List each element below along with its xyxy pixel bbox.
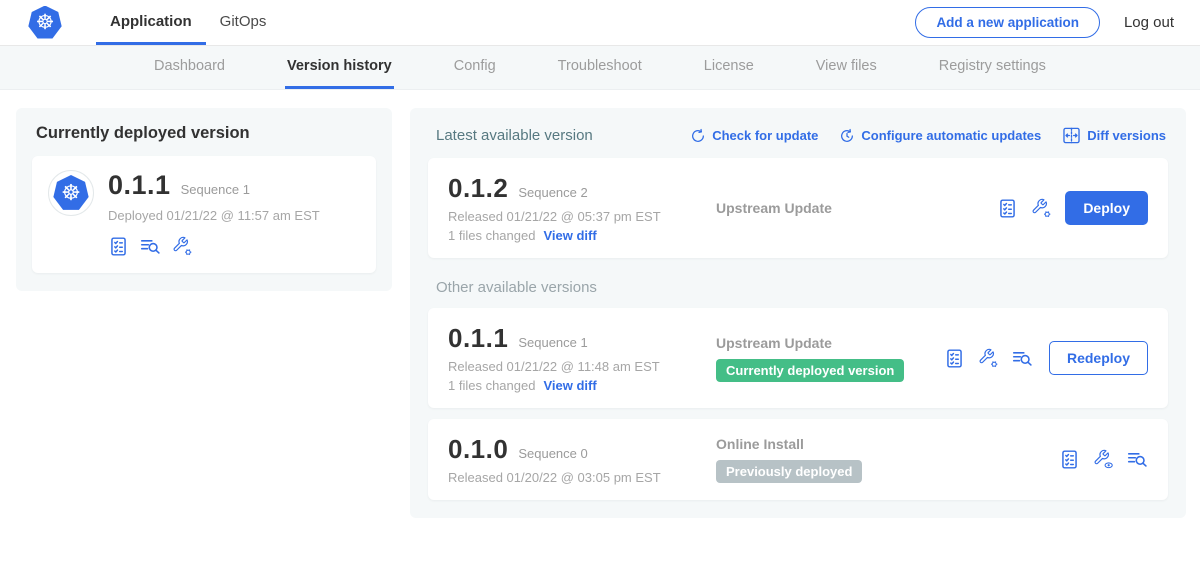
diff-versions-link[interactable]: Diff versions [1062, 126, 1166, 145]
logout-button[interactable]: Log out [1124, 14, 1174, 31]
redeploy-button[interactable]: Redeploy [1049, 341, 1148, 375]
kubernetes-app-icon: ☸ [53, 175, 89, 211]
deployed-timestamp: Deployed 01/21/22 @ 11:57 am EST [108, 208, 320, 223]
sequence-label: Sequence 0 [518, 446, 587, 461]
tab-view-files[interactable]: View files [814, 46, 879, 89]
sequence-label: Sequence 1 [518, 335, 587, 350]
deploy-logs-icon[interactable] [1012, 348, 1033, 369]
files-changed-label: 1 files changed [448, 378, 535, 393]
edit-config-icon[interactable] [172, 236, 193, 257]
preflight-checks-icon[interactable] [1059, 449, 1080, 470]
tab-version-history[interactable]: Version history [285, 46, 394, 89]
app-icon-ring: ☸ [48, 170, 94, 216]
currently-deployed-panel: Currently deployed version ☸ 0.1.1 Seque… [16, 108, 392, 291]
tab-application[interactable]: Application [96, 0, 206, 45]
tab-dashboard[interactable]: Dashboard [152, 46, 227, 89]
preflight-checks-icon[interactable] [944, 348, 965, 369]
app-logo: ☸ [28, 0, 62, 45]
other-available-label: Other available versions [436, 279, 1168, 296]
version-row-0-1-0: 0.1.0 Sequence 0 Released 01/20/22 @ 03:… [428, 419, 1168, 500]
deployed-version-card: ☸ 0.1.1 Sequence 1 Deployed 01/21/22 @ 1… [32, 156, 376, 273]
version-source-label: Upstream Update [716, 200, 997, 216]
main-content: Currently deployed version ☸ 0.1.1 Seque… [0, 90, 1200, 518]
deploy-button[interactable]: Deploy [1065, 191, 1148, 225]
currently-deployed-badge: Currently deployed version [716, 359, 904, 382]
edit-config-icon[interactable] [1031, 198, 1052, 219]
previously-deployed-badge: Previously deployed [716, 460, 862, 483]
kubernetes-wheel-glyph: ☸ [36, 10, 55, 35]
tab-troubleshoot[interactable]: Troubleshoot [556, 46, 644, 89]
version-row-0-1-2: 0.1.2 Sequence 2 Released 01/21/22 @ 05:… [428, 158, 1168, 258]
diff-versions-label: Diff versions [1087, 128, 1166, 143]
deploy-logs-icon[interactable] [1127, 449, 1148, 470]
tab-registry-settings[interactable]: Registry settings [937, 46, 1048, 89]
top-header: ☸ Application GitOps Add a new applicati… [0, 0, 1200, 46]
diff-versions-icon [1062, 126, 1081, 145]
deployed-sequence-label: Sequence 1 [181, 182, 250, 197]
currently-deployed-title: Currently deployed version [32, 124, 376, 143]
add-application-button[interactable]: Add a new application [915, 7, 1100, 38]
view-diff-link[interactable]: View diff [543, 378, 596, 393]
auto-update-icon [839, 128, 855, 144]
version-source-label: Upstream Update [716, 335, 944, 351]
version-number: 0.1.0 [448, 434, 508, 465]
tab-config[interactable]: Config [452, 46, 498, 89]
sequence-label: Sequence 2 [518, 185, 587, 200]
deployed-version-number: 0.1.1 [108, 170, 171, 201]
version-number: 0.1.2 [448, 173, 508, 204]
refresh-icon [690, 128, 706, 144]
configure-automatic-updates-link[interactable]: Configure automatic updates [839, 128, 1041, 144]
version-number: 0.1.1 [448, 323, 508, 354]
tab-gitops[interactable]: GitOps [206, 0, 281, 45]
header-spacer [280, 0, 915, 45]
files-changed-label: 1 files changed [448, 228, 535, 243]
view-diff-link[interactable]: View diff [543, 228, 596, 243]
kubernetes-wheel-glyph: ☸ [61, 180, 81, 206]
app-subnav: Dashboard Version history Config Trouble… [0, 46, 1200, 90]
version-source-label: Online Install [716, 436, 1059, 452]
edit-config-icon[interactable] [978, 348, 999, 369]
preflight-checks-icon[interactable] [108, 236, 129, 257]
released-timestamp: Released 01/21/22 @ 11:48 am EST [448, 359, 698, 374]
tab-license[interactable]: License [702, 46, 756, 89]
top-nav: Application GitOps [96, 0, 280, 45]
released-timestamp: Released 01/21/22 @ 05:37 pm EST [448, 209, 698, 224]
check-for-update-link[interactable]: Check for update [690, 128, 818, 144]
version-row-0-1-1: 0.1.1 Sequence 1 Released 01/21/22 @ 11:… [428, 308, 1168, 408]
configure-automatic-updates-label: Configure automatic updates [861, 128, 1041, 143]
view-config-icon[interactable] [1093, 449, 1114, 470]
kubernetes-logo-icon: ☸ [28, 6, 62, 40]
released-timestamp: Released 01/20/22 @ 03:05 pm EST [448, 470, 698, 485]
check-for-update-label: Check for update [712, 128, 818, 143]
deploy-logs-icon[interactable] [140, 236, 161, 257]
preflight-checks-icon[interactable] [997, 198, 1018, 219]
latest-available-label: Latest available version [436, 127, 593, 144]
version-history-panel: Latest available version Check for updat… [410, 108, 1186, 518]
